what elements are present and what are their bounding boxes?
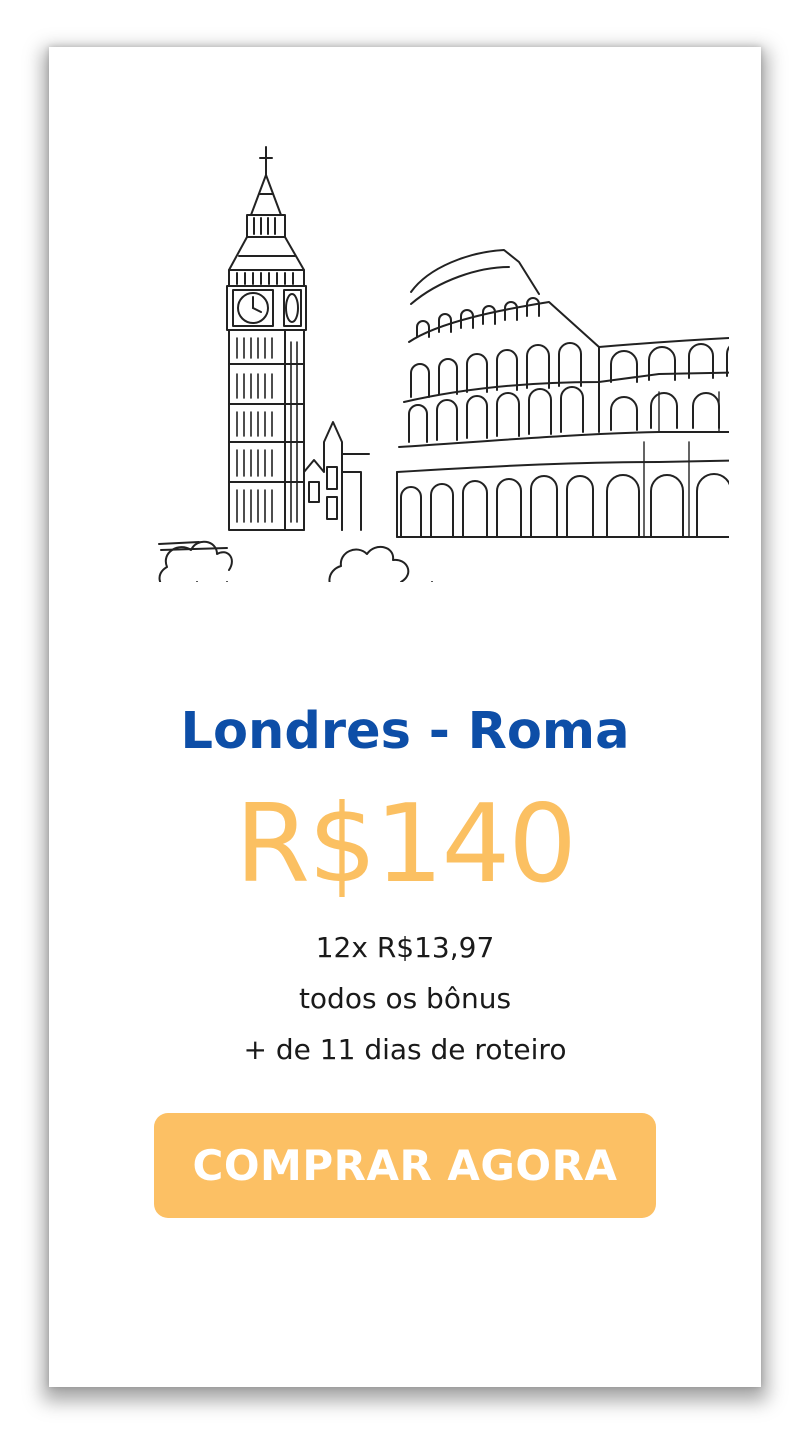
bonus-text: todos os bônus: [298, 982, 512, 1015]
colosseum-icon: [396, 249, 729, 538]
route-title: Londres - Roma: [180, 702, 630, 761]
installments-text: 12x R$13,97: [315, 931, 495, 964]
landmarks-illustration: [158, 146, 729, 582]
offer-card: Londres - Roma R$140 12x R$13,97 todos o…: [49, 47, 761, 1387]
offer-details: 12x R$13,97 todos os bônus + de 11 dias …: [49, 922, 761, 1075]
buy-now-button[interactable]: COMPRAR AGORA: [154, 1113, 656, 1218]
itinerary-text: + de 11 dias de roteiro: [243, 1033, 567, 1066]
price: R$140: [235, 782, 577, 907]
